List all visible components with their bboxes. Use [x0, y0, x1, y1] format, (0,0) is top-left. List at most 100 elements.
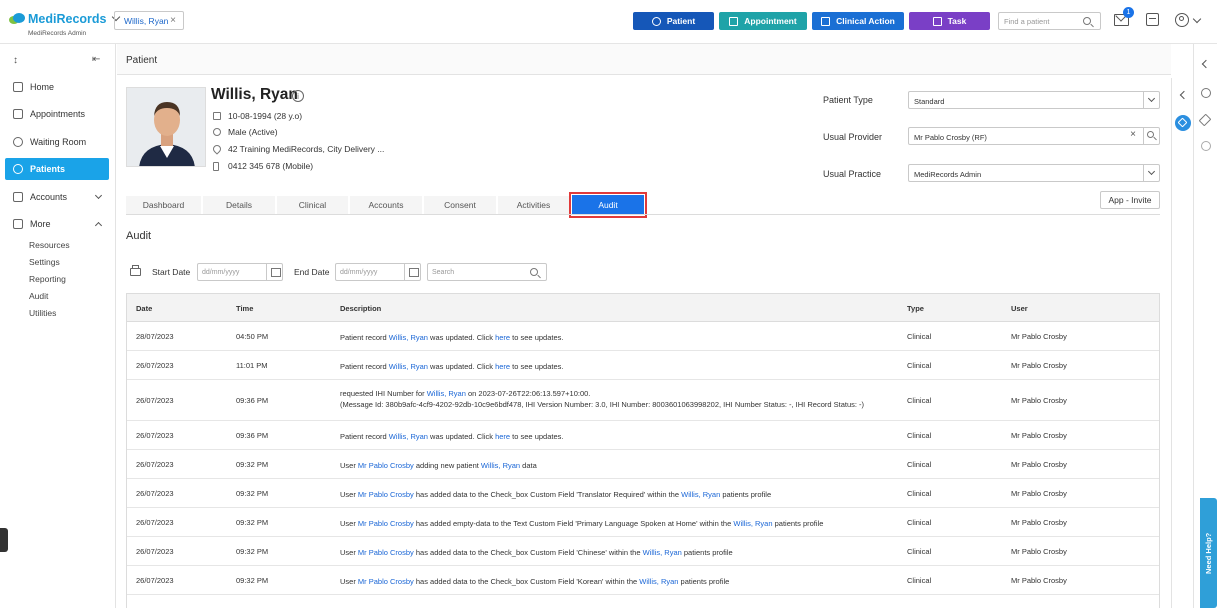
description-link[interactable]: Willis, Ryan — [481, 461, 520, 470]
description-text: data — [520, 461, 537, 470]
app-invite-button[interactable]: App - Invite — [1100, 191, 1160, 209]
tab-accounts[interactable]: Accounts — [350, 196, 423, 214]
row-user: Mr Pablo Crosby — [1011, 518, 1067, 527]
row-type: Clinical — [907, 547, 932, 556]
chat-icon[interactable] — [1201, 88, 1211, 98]
description-text: patients profile — [681, 548, 733, 557]
brand-subtitle: MediRecords Admin — [28, 30, 87, 37]
patient-type-select[interactable]: Standard — [908, 91, 1160, 109]
description-link[interactable]: Mr Pablo Crosby — [358, 519, 414, 528]
tab-consent[interactable]: Consent — [424, 196, 497, 214]
find-patient-input[interactable]: Find a patient — [998, 12, 1101, 30]
sidebar-item-more[interactable]: More — [5, 213, 109, 235]
usual-provider-input[interactable]: Mr Pablo Crosby (RF) × — [908, 127, 1160, 145]
table-row: 26/07/2023 09:32 PM User Mr Pablo Crosby h… — [127, 566, 1159, 595]
brand-logo[interactable]: MediRecords — [8, 12, 120, 26]
tab-clinical[interactable]: Clinical — [277, 196, 349, 214]
close-icon[interactable]: × — [170, 15, 176, 26]
sidebar-item-home[interactable]: Home — [5, 76, 109, 98]
description-link[interactable]: here — [495, 362, 510, 371]
search-icon[interactable] — [1083, 17, 1091, 25]
description-link[interactable]: Mr Pablo Crosby — [358, 461, 414, 470]
tab-activities[interactable]: Activities — [498, 196, 570, 214]
people-icon — [13, 137, 23, 147]
row-date: 28/07/2023 — [136, 332, 174, 341]
right-panel-rail — [1171, 78, 1193, 608]
audit-search-input[interactable]: Search — [427, 263, 547, 281]
description-link[interactable]: Mr Pablo Crosby — [358, 577, 414, 586]
description-link[interactable]: Mr Pablo Crosby — [358, 490, 414, 499]
sidebar-subitem-audit[interactable]: Audit — [29, 291, 48, 301]
patient-address-value: 42 Training MediRecords, City Delivery .… — [228, 144, 385, 154]
description-link[interactable]: here — [495, 432, 510, 441]
column-header-date[interactable]: Date — [136, 304, 152, 313]
provider-search-button[interactable] — [1143, 128, 1159, 144]
column-header-user[interactable]: User — [1011, 304, 1028, 313]
row-date: 26/07/2023 — [136, 460, 174, 469]
sidebar-subitem-reporting[interactable]: Reporting — [29, 274, 66, 284]
pin-icon[interactable] — [1198, 113, 1212, 127]
print-icon[interactable] — [130, 268, 141, 276]
sidebar-subitem-resources[interactable]: Resources — [29, 240, 70, 250]
calendar-button[interactable] — [1146, 13, 1159, 26]
description-link[interactable]: Willis, Ryan — [389, 333, 428, 342]
table-row: 26/07/2023 09:32 PM User Mr Pablo Crosby h… — [127, 537, 1159, 566]
description-text: has added data to the Check_box Custom F… — [413, 548, 643, 557]
tag-button[interactable] — [1175, 115, 1191, 131]
side-drawer-handle[interactable] — [0, 528, 8, 552]
sidebar-item-patients[interactable]: Patients — [5, 158, 109, 180]
chevron-left-icon[interactable] — [1179, 90, 1189, 100]
description-link[interactable]: here — [495, 333, 510, 342]
patient-type-dropdown[interactable] — [1143, 92, 1159, 108]
row-type: Clinical — [907, 576, 932, 585]
clear-icon[interactable]: × — [1130, 129, 1136, 140]
clinical-action-button[interactable]: Clinical Action — [812, 12, 904, 30]
usual-practice-select[interactable]: MediRecords Admin — [908, 164, 1160, 182]
description-link[interactable]: Willis, Ryan — [681, 490, 720, 499]
start-date-input[interactable]: dd/mm/yyyy — [197, 263, 283, 281]
calendar-icon[interactable] — [266, 264, 282, 280]
new-patient-button[interactable]: Patient — [633, 12, 714, 30]
need-help-button[interactable]: Need Help? — [1200, 498, 1217, 608]
chevron-left-icon[interactable] — [1201, 59, 1211, 69]
tab-dashboard[interactable]: Dashboard — [126, 196, 202, 214]
sidebar-item-appointments[interactable]: Appointments — [5, 103, 109, 125]
description-link[interactable]: Willis, Ryan — [733, 519, 772, 528]
usual-practice-dropdown[interactable] — [1143, 165, 1159, 181]
sidebar-subitem-utilities[interactable]: Utilities — [29, 308, 56, 318]
end-date-input[interactable]: dd/mm/yyyy — [335, 263, 421, 281]
description-link[interactable]: Mr Pablo Crosby — [358, 548, 414, 557]
calendar-icon[interactable] — [404, 264, 420, 280]
collapse-sidebar-icon[interactable]: ⇤ — [92, 54, 100, 65]
description-link[interactable]: Willis, Ryan — [389, 432, 428, 441]
sidebar-subitem-settings[interactable]: Settings — [29, 257, 60, 267]
description-link[interactable]: Willis, Ryan — [639, 577, 678, 586]
column-header-time[interactable]: Time — [236, 304, 253, 313]
description-text: patients profile — [772, 519, 824, 528]
table-row: 26/07/2023 09:36 PM Patient record Willis,… — [127, 421, 1159, 450]
description-link[interactable]: Willis, Ryan — [389, 362, 428, 371]
info-icon[interactable]: i — [292, 90, 304, 102]
at-icon[interactable] — [1201, 141, 1211, 151]
sidebar-item-accounts[interactable]: Accounts — [5, 186, 109, 208]
reorder-icon[interactable]: ↕ — [13, 55, 18, 66]
sidebar-item-label: Accounts — [30, 192, 68, 202]
search-icon[interactable] — [530, 268, 538, 276]
tab-details[interactable]: Details — [203, 196, 276, 214]
patient-name: Willis, Ryan — [211, 86, 298, 103]
open-patient-chip[interactable]: Willis, Ryan × — [114, 11, 184, 30]
description-text: Patient record — [340, 333, 389, 342]
row-time: 09:32 PM — [236, 489, 269, 498]
user-menu-button[interactable] — [1175, 13, 1189, 27]
description-text: has added empty-data to the Text Custom … — [413, 519, 734, 528]
column-header-description[interactable]: Description — [340, 304, 381, 313]
new-task-button[interactable]: Task — [909, 12, 990, 30]
sidebar-item-waiting-room[interactable]: Waiting Room — [5, 131, 109, 153]
description-link[interactable]: Willis, Ryan — [427, 389, 466, 398]
column-header-type[interactable]: Type — [907, 304, 924, 313]
patient-address: 42 Training MediRecords, City Delivery .… — [211, 143, 385, 155]
description-text: requested IHI Number for — [340, 389, 427, 398]
description-link[interactable]: Willis, Ryan — [643, 548, 682, 557]
user-menu-chevron-down-icon[interactable] — [1192, 14, 1202, 24]
new-appointment-button[interactable]: Appointment — [719, 12, 807, 30]
